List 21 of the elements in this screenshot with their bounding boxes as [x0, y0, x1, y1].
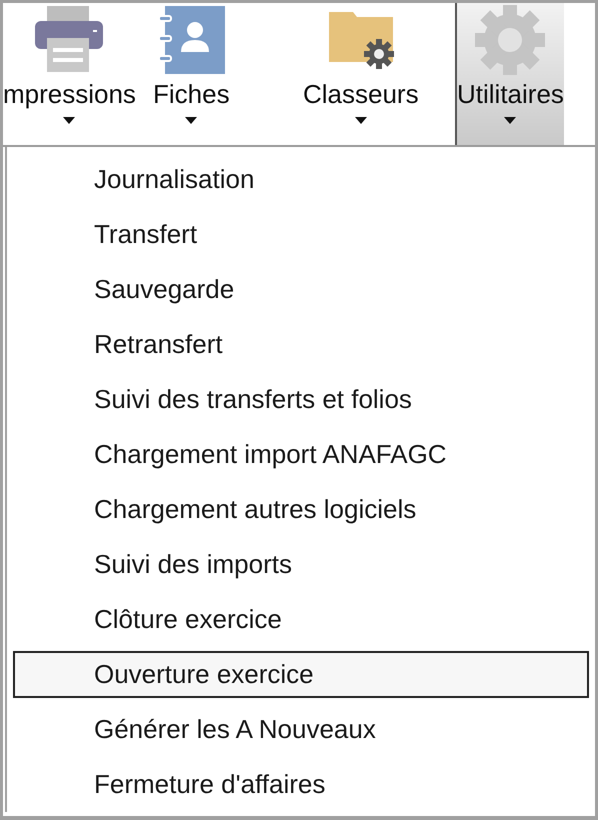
caret-icon — [185, 117, 198, 124]
toolbar-button[interactable]: Classeurs — [303, 3, 419, 145]
menu-item[interactable]: Retransfert — [13, 317, 589, 372]
menu-item[interactable]: Chargement autres logiciels — [13, 482, 589, 537]
menu-item[interactable]: Suivi des imports — [13, 537, 589, 592]
caret-icon — [504, 117, 516, 124]
menu-item[interactable]: Générer les A Nouveaux — [13, 702, 589, 757]
menu-item[interactable]: Fermeture d'affaires — [13, 757, 589, 812]
toolbar-button[interactable]: mpressions — [3, 3, 136, 145]
caret-icon — [63, 117, 76, 124]
menu-item[interactable]: Clôture exercice — [13, 592, 589, 647]
menu-item[interactable]: Transfert — [13, 207, 589, 262]
menu-item[interactable]: Journalisation — [13, 152, 589, 207]
menu-item[interactable]: Suivi des transferts et folios — [13, 372, 589, 427]
toolbar-button[interactable]: Fiches — [153, 3, 230, 145]
menu-item[interactable]: Chargement import ANAFAGC — [13, 427, 589, 482]
gear-icon — [474, 4, 546, 76]
caret-icon — [354, 117, 367, 124]
menu-item[interactable]: Ouverture exercice — [13, 651, 589, 698]
menu-item[interactable]: Sauvegarde — [13, 262, 589, 317]
toolbar-button[interactable]: Utilitaires — [455, 3, 564, 145]
